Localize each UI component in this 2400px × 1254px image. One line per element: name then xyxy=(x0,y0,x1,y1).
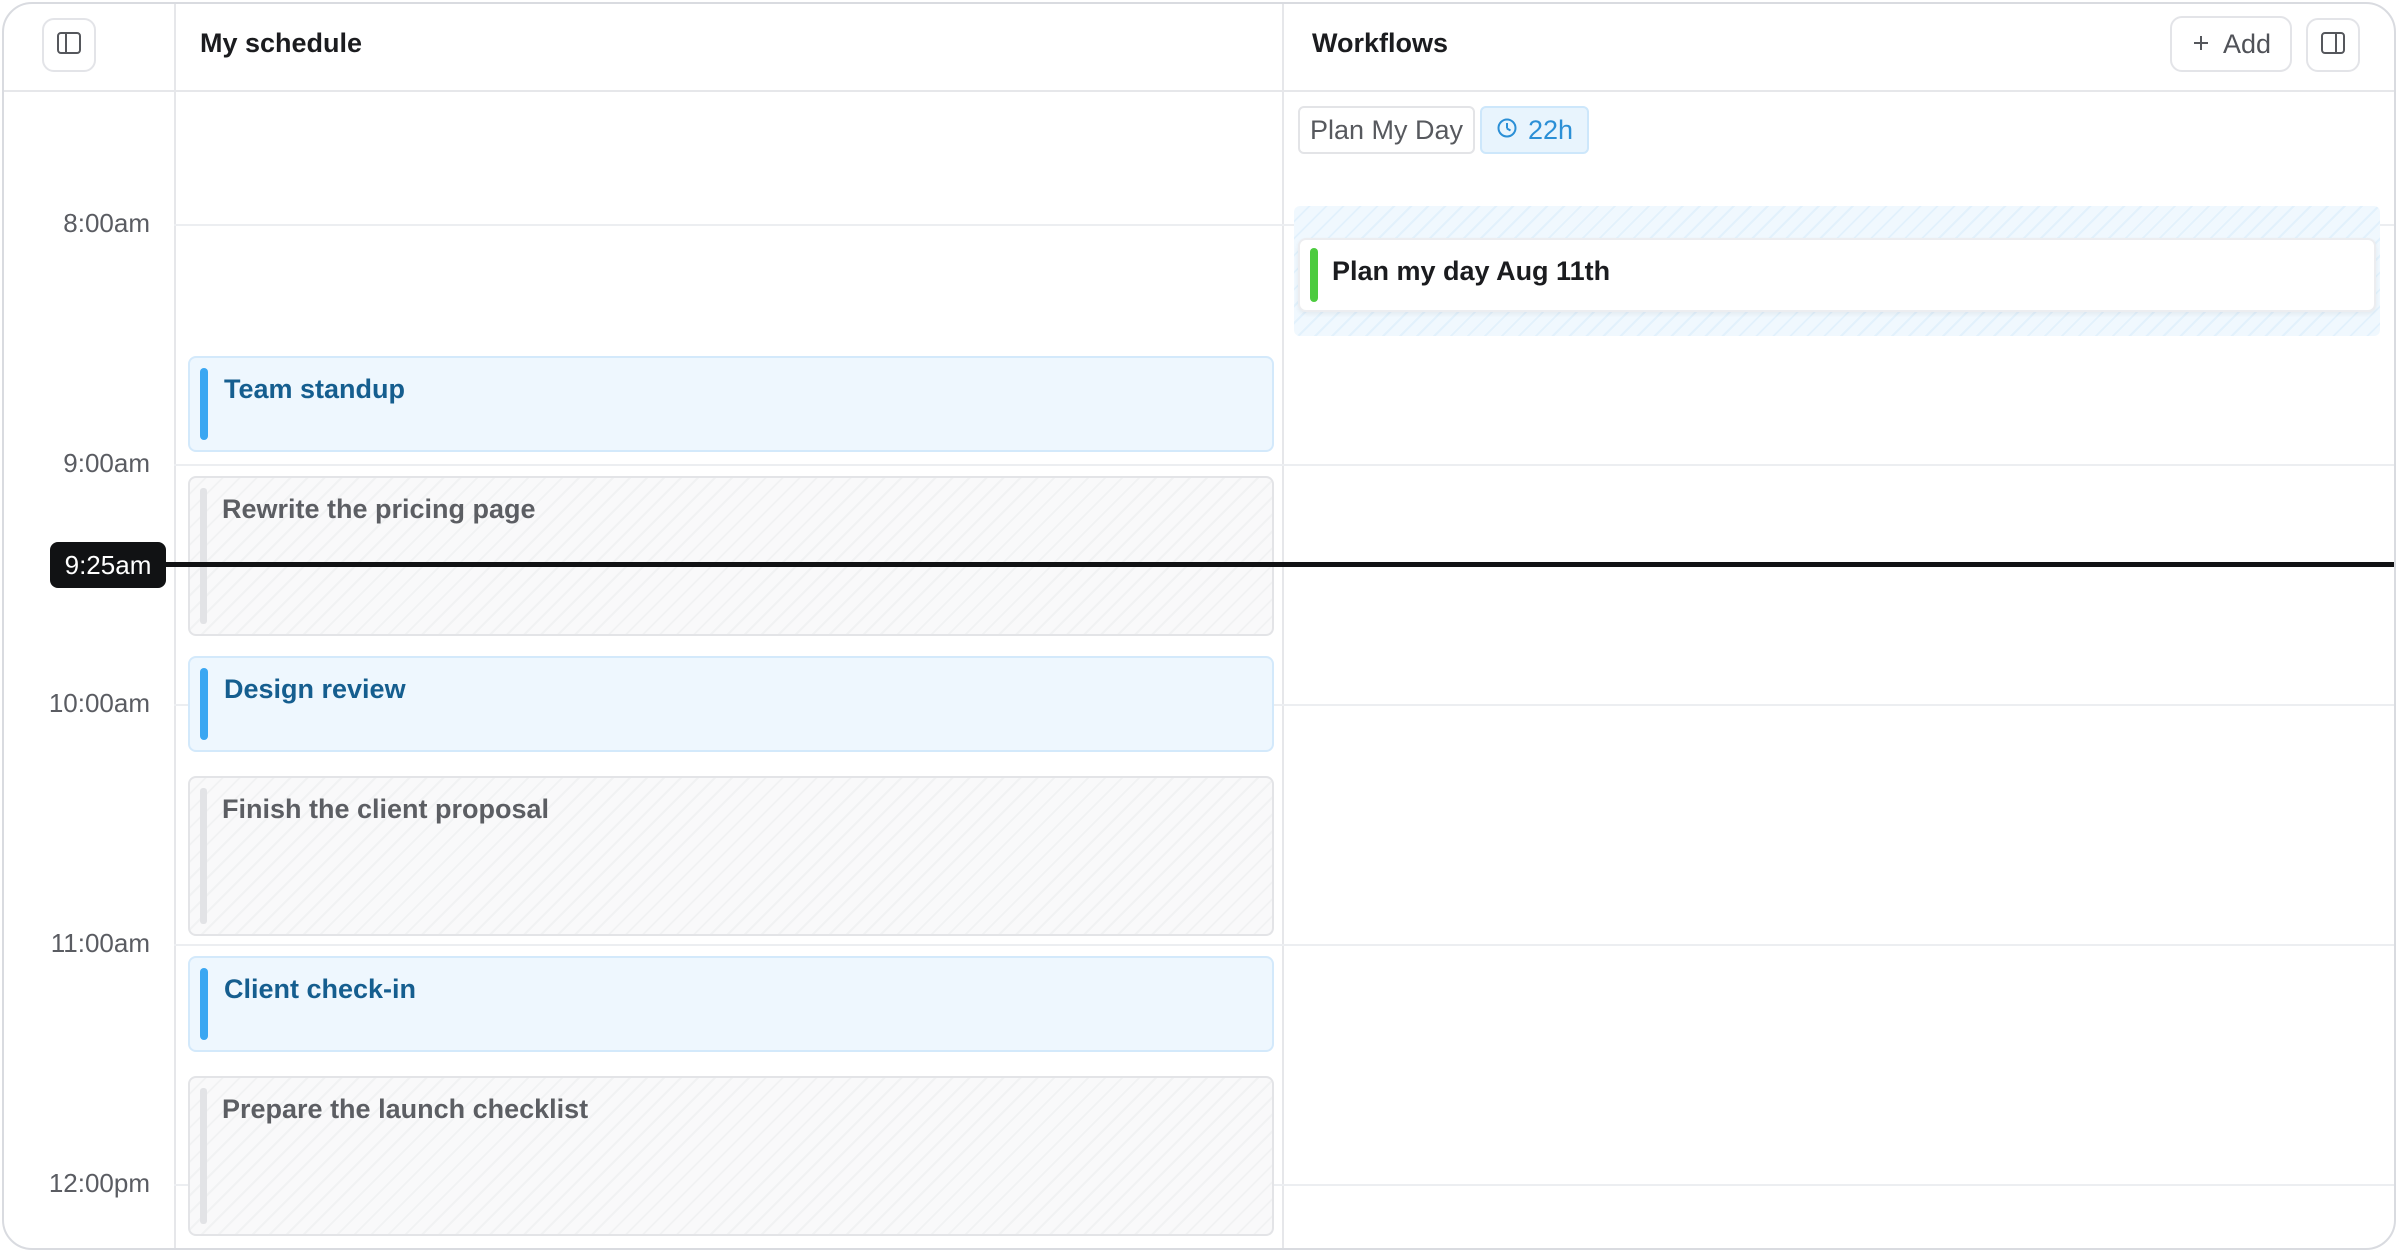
event-color-bar xyxy=(200,368,208,440)
task-finish-client-proposal[interactable]: Finish the client proposal xyxy=(188,776,1274,936)
time-label: 9:00am xyxy=(63,448,150,478)
panel-divider xyxy=(1282,4,1284,1248)
task-rewrite-pricing-page[interactable]: Rewrite the pricing page xyxy=(188,476,1274,636)
workflow-duration-chip[interactable]: 22h xyxy=(1480,106,1590,154)
event-title: Client check-in xyxy=(224,974,417,1004)
task-color-bar xyxy=(200,788,207,924)
workflows-panel-toggle-button[interactable] xyxy=(2306,18,2360,72)
current-time-line xyxy=(164,562,2394,567)
app-window: My schedule Workflows Add 8:00am 9:00am … xyxy=(2,2,2396,1250)
add-workflow-button[interactable]: Add xyxy=(2170,16,2292,72)
task-title: Prepare the launch checklist xyxy=(222,1094,589,1124)
task-color-bar xyxy=(200,1088,207,1224)
workflows-panel-title: Workflows xyxy=(1312,28,1449,58)
workflow-duration-label: 22h xyxy=(1528,114,1574,145)
workflow-card[interactable]: Plan my day Aug 11th xyxy=(1298,238,2376,312)
hour-gridline xyxy=(174,464,2394,466)
task-title: Rewrite the pricing page xyxy=(222,494,536,524)
time-label: 8:00am xyxy=(63,208,150,238)
add-button-label: Add xyxy=(2222,28,2272,59)
plus-icon xyxy=(2191,29,2211,60)
event-color-bar xyxy=(200,668,208,740)
sidebar-left-icon xyxy=(56,30,82,61)
header-divider xyxy=(4,90,2394,92)
time-label: 12:00pm xyxy=(48,1168,150,1198)
event-title: Design review xyxy=(224,674,406,704)
task-prepare-launch-checklist[interactable]: Prepare the launch checklist xyxy=(188,1076,1274,1236)
event-title: Team standup xyxy=(224,374,406,404)
workflow-card-title: Plan my day Aug 11th xyxy=(1332,256,1611,286)
event-client-check-in[interactable]: Client check-in xyxy=(188,956,1274,1052)
task-title: Finish the client proposal xyxy=(222,794,550,824)
event-color-bar xyxy=(200,968,208,1040)
clock-icon xyxy=(1496,115,1518,146)
workflow-name-chip[interactable]: Plan My Day xyxy=(1298,106,1476,154)
current-time-badge: 9:25am xyxy=(50,542,166,588)
schedule-panel-title: My schedule xyxy=(200,28,363,58)
task-color-bar xyxy=(200,488,207,624)
workflow-color-bar xyxy=(1310,248,1318,302)
sidebar-right-icon xyxy=(2320,30,2346,61)
time-gutter-divider xyxy=(174,4,176,1248)
time-label: 11:00am xyxy=(50,928,150,958)
hour-gridline xyxy=(174,944,2394,946)
sidebar-toggle-button[interactable] xyxy=(42,18,96,72)
event-team-standup[interactable]: Team standup xyxy=(188,356,1274,452)
event-design-review[interactable]: Design review xyxy=(188,656,1274,752)
time-label: 10:00am xyxy=(48,688,150,718)
